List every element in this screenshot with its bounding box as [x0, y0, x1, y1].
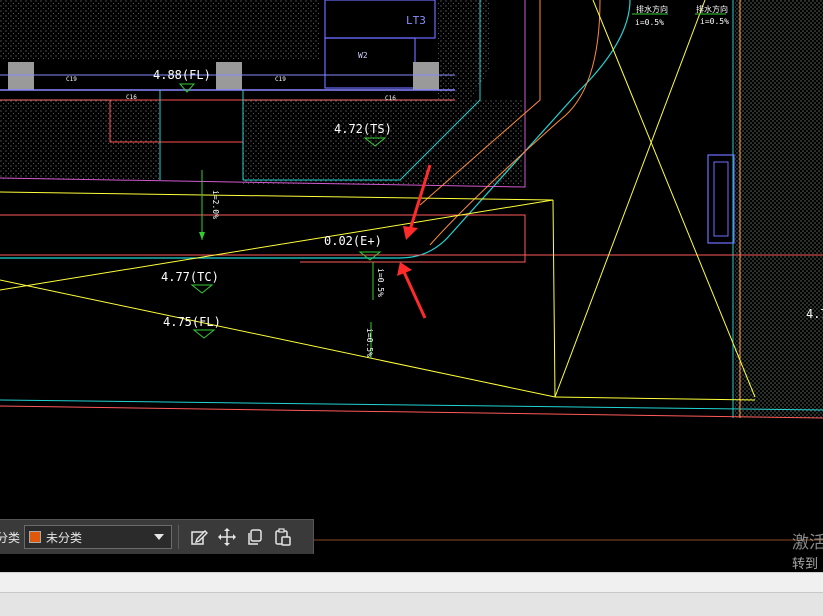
move-icon	[218, 528, 236, 546]
room-w2	[324, 37, 416, 89]
elev-marker-tc	[190, 284, 214, 294]
copy-icon	[248, 529, 262, 545]
elev-marker-fl	[192, 329, 216, 339]
label-elev-e: 0.02(E+)	[324, 234, 382, 248]
move-button[interactable]	[213, 524, 241, 550]
equipment-box	[707, 154, 735, 244]
label-elev-fl-top: 4.88(FL)	[153, 68, 211, 82]
elev-marker-fl-top	[178, 83, 196, 93]
annotation-arrowhead-1	[403, 226, 418, 240]
label-slope-top-2: i=0.5%	[700, 17, 729, 26]
category-label: 分类	[0, 530, 20, 545]
annotation-arrow-2	[402, 271, 427, 319]
category-select[interactable]: 未分类	[24, 525, 172, 549]
hatch-area-left	[0, 100, 160, 180]
label-flow-dir-2: 排水方向	[696, 4, 728, 14]
paste-button[interactable]	[269, 524, 297, 550]
column-3	[413, 62, 439, 90]
label-c16b: C16	[385, 95, 396, 102]
yellow-line-2	[0, 279, 556, 398]
label-slope-mid-1: i=2.0%	[211, 190, 220, 219]
column-2	[216, 62, 242, 90]
copy-button[interactable]	[241, 524, 269, 550]
label-elev-tc: 4.77(TC)	[161, 270, 219, 284]
label-lt3: LT3	[406, 14, 426, 27]
label-elev-right: 4.7	[806, 307, 823, 321]
label-slope-mid-3: i=0.5%	[365, 328, 374, 357]
label-w2: W2	[358, 51, 368, 60]
category-toolbar: 分类 未分类	[0, 519, 314, 554]
hatch-area-far-right	[735, 0, 823, 418]
yellow-line-4	[552, 199, 556, 398]
status-bar	[0, 572, 823, 593]
edit-icon	[191, 530, 208, 545]
label-slope-mid-2: i=0.5%	[376, 268, 385, 297]
label-slope-top-1: i=0.5%	[635, 18, 664, 27]
cyan-bottom-line	[0, 399, 823, 411]
chevron-down-icon	[154, 534, 164, 540]
red-bottom-line	[0, 405, 823, 419]
yellow-line-1	[0, 199, 554, 291]
equipment-box-inner	[713, 161, 729, 237]
hatch-area-right-top	[438, 0, 490, 100]
hatch-area-top-left	[0, 0, 320, 60]
label-elev-fl: 4.75(FL)	[163, 315, 221, 329]
hatch-area-center	[243, 100, 523, 185]
yellow-line-6	[592, 0, 756, 398]
label-c19a: C19	[66, 76, 77, 83]
yellow-line-5	[554, 0, 706, 398]
paste-icon	[275, 528, 291, 546]
toolbar-separator	[178, 525, 179, 549]
category-color-swatch	[29, 531, 41, 543]
edit-button[interactable]	[185, 524, 213, 550]
label-c16a: C16	[126, 94, 137, 101]
label-elev-ts: 4.72(TS)	[334, 122, 392, 136]
yellow-line-3	[0, 191, 554, 201]
activation-watermark-subtitle: 转到	[792, 557, 819, 572]
elev-marker-e	[358, 251, 382, 261]
label-c19b: C19	[275, 76, 286, 83]
slope-arrowhead-1	[199, 232, 205, 240]
category-select-value: 未分类	[46, 530, 83, 545]
activation-watermark-title: 激活	[792, 533, 823, 553]
label-flow-dir-1: 排水方向	[636, 4, 668, 14]
yellow-line-7	[554, 396, 756, 401]
taskbar	[0, 592, 823, 616]
column-1	[8, 62, 34, 90]
cad-drawing-canvas[interactable]: LT3 W2 C19 C19 C16 C16 4.88(FL) 4.72(TS)…	[0, 0, 823, 572]
